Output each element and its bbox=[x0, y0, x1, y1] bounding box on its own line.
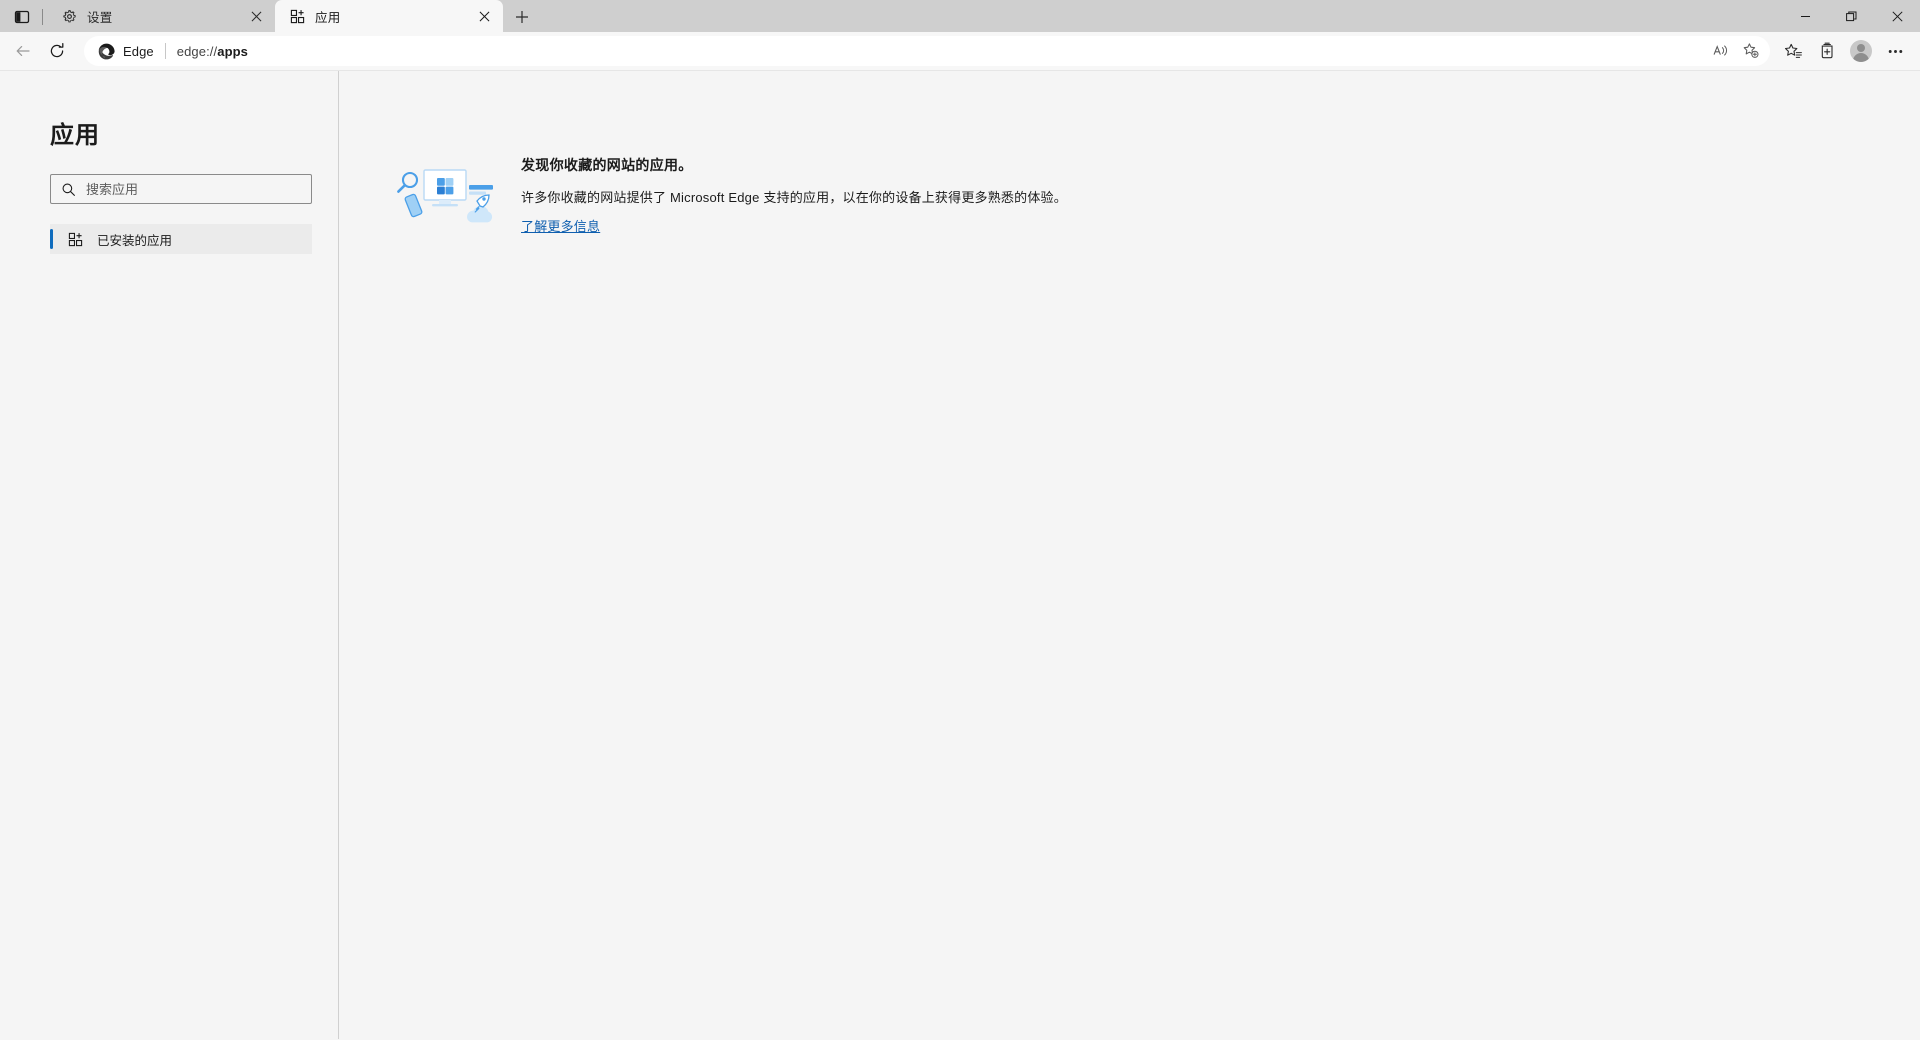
tab-title: 设置 bbox=[87, 10, 113, 25]
tabstrip-divider bbox=[42, 9, 43, 25]
omnibox-divider bbox=[164, 43, 166, 59]
apps-sidebar: 应用 已安装的应用 bbox=[0, 71, 339, 1039]
sidebar-item-installed-apps[interactable]: 已安装的应用 bbox=[50, 224, 312, 254]
gear-icon bbox=[61, 8, 77, 24]
page-body: 应用 已安装的应用 bbox=[0, 71, 1920, 1039]
avatar bbox=[1850, 40, 1872, 62]
promo-heading: 发现你收藏的网站的应用。 bbox=[521, 157, 693, 173]
search-apps-box[interactable] bbox=[50, 174, 312, 204]
tab-actions-button[interactable] bbox=[4, 2, 40, 32]
promo-text-block: 发现你收藏的网站的应用。 许多你收藏的网站提供了 Microsoft Edge … bbox=[521, 149, 1067, 236]
ellipsis-icon bbox=[1888, 49, 1902, 53]
profile-button[interactable] bbox=[1844, 36, 1878, 66]
add-favorite-button[interactable] bbox=[1736, 38, 1766, 64]
apps-main-content: 发现你收藏的网站的应用。 许多你收藏的网站提供了 Microsoft Edge … bbox=[339, 71, 1920, 1039]
page-title: 应用 bbox=[50, 122, 100, 149]
window-minimize-button[interactable] bbox=[1782, 0, 1828, 32]
vertical-tabs-icon bbox=[14, 10, 30, 24]
close-icon bbox=[1891, 10, 1903, 22]
edge-logo-icon bbox=[98, 43, 115, 60]
settings-and-more-button[interactable] bbox=[1878, 36, 1912, 66]
star-plus-icon bbox=[1743, 43, 1759, 58]
tab-close-button[interactable] bbox=[245, 5, 267, 27]
back-button[interactable] bbox=[6, 36, 40, 66]
window-restore-button[interactable] bbox=[1828, 0, 1874, 32]
tab-strip: 设置 应用 bbox=[0, 0, 1920, 32]
address-bar[interactable]: Edge edge://apps bbox=[84, 36, 1770, 66]
apps-grid-icon bbox=[289, 8, 305, 24]
new-tab-button[interactable] bbox=[505, 2, 539, 32]
promo-description: 许多你收藏的网站提供了 Microsoft Edge 支持的应用，以在你的设备上… bbox=[521, 190, 1067, 205]
back-arrow-icon bbox=[16, 46, 30, 56]
refresh-button[interactable] bbox=[40, 36, 74, 66]
sidebar-nav-list: 已安装的应用 bbox=[0, 224, 338, 254]
apps-promo-banner: 发现你收藏的网站的应用。 许多你收藏的网站提供了 Microsoft Edge … bbox=[339, 149, 1920, 236]
collections-icon bbox=[1821, 42, 1833, 58]
favorites-star-icon bbox=[1784, 43, 1802, 58]
omnibox-brand-label: Edge bbox=[123, 43, 154, 59]
search-icon bbox=[61, 182, 76, 197]
omnibox-actions bbox=[1706, 38, 1766, 64]
minimize-icon bbox=[1800, 15, 1810, 17]
apps-discovery-illustration bbox=[391, 165, 493, 225]
learn-more-link[interactable]: 了解更多信息 bbox=[521, 216, 600, 235]
tab-settings[interactable]: 设置 bbox=[47, 0, 275, 32]
search-input[interactable] bbox=[86, 181, 311, 197]
collections-button[interactable] bbox=[1810, 36, 1844, 66]
tab-close-button[interactable] bbox=[473, 5, 495, 27]
tab-apps[interactable]: 应用 bbox=[275, 0, 503, 32]
favorites-button[interactable] bbox=[1776, 36, 1810, 66]
window-close-button[interactable] bbox=[1874, 0, 1920, 32]
read-aloud-icon bbox=[1713, 45, 1727, 56]
browser-toolbar: Edge edge://apps bbox=[0, 32, 1920, 71]
restore-icon bbox=[1845, 11, 1856, 21]
apps-grid-icon bbox=[68, 232, 83, 247]
tab-title: 应用 bbox=[315, 10, 341, 25]
read-aloud-button[interactable] bbox=[1706, 38, 1736, 64]
url-path: apps bbox=[217, 43, 248, 59]
refresh-icon bbox=[50, 42, 64, 58]
url-prefix: edge:// bbox=[176, 43, 218, 59]
plus-icon bbox=[516, 11, 528, 23]
window-controls bbox=[1782, 0, 1920, 32]
omnibox-url: edge://apps bbox=[177, 44, 1706, 59]
sidebar-item-label: 已安装的应用 bbox=[97, 233, 173, 248]
